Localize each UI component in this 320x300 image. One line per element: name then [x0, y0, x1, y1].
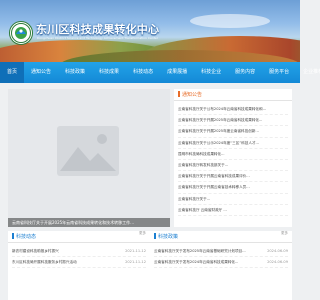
notice-panel: 通知公告 云南省科技厅关于公布2024年云南省科技成果转化和... 云南省科技厅…: [174, 89, 292, 227]
policy-panel-header: 科技政策: [150, 231, 292, 243]
news-more-link[interactable]: 更多: [139, 231, 146, 236]
notice-item[interactable]: 云南省科技厅 云南省财政厅 ...: [178, 205, 288, 216]
section-marker: [12, 233, 14, 239]
news-panel: 科技动态 更多 新农村建设科技助推乡村振兴 2021-11-12 东川区科技局开展…: [8, 231, 150, 300]
nav-item-enterprises[interactable]: 科技企业: [194, 62, 228, 83]
notice-item[interactable]: 云南省科技厅转发科技部关于...: [178, 160, 288, 172]
news-item-title[interactable]: 东川区科技局开展科技服务乡村振兴活动: [12, 257, 77, 267]
site-subtitle: Dongchuan District Science and Technolog…: [37, 36, 158, 40]
nav-item-services[interactable]: 服务内容: [228, 62, 262, 83]
policy-item[interactable]: 云南省科技厅关于发布2025年云南省基础研究计划项目... 2024-06-09: [154, 246, 288, 257]
site-logo-icon[interactable]: [9, 21, 33, 45]
main-nav: 首页 通知公告 科技政策 科技成果 科技动态 成果展播 科技企业 服务内容 服务…: [0, 62, 320, 83]
notice-item[interactable]: 云南省科技厅关于开展云南省科技成果评价...: [178, 171, 288, 183]
news-item[interactable]: 新农村建设科技助推乡村振兴 2021-11-12: [12, 246, 146, 257]
nav-item-platform[interactable]: 服务平台: [262, 62, 296, 83]
nav-item-achievements[interactable]: 科技成果: [92, 62, 126, 83]
section-marker: [178, 91, 180, 97]
policy-item-title[interactable]: 云南省科技厅关于发布2024年云南省科技成果转化...: [154, 257, 238, 267]
notice-item[interactable]: 昆明市科技局科技成果转化...: [178, 149, 288, 160]
nav-item-home[interactable]: 首页: [0, 62, 25, 83]
notice-item[interactable]: 云南省科技厅关于开展2025年云南省科技成果转化...: [178, 115, 288, 127]
notice-panel-title[interactable]: 通知公告: [182, 92, 202, 98]
policy-more-link[interactable]: 更多: [281, 231, 288, 236]
nav-item-products[interactable]: 企业推荐产品: [296, 62, 320, 83]
policy-item[interactable]: 云南省科技厅关于发布2024年云南省科技成果转化... 2024-06-09: [154, 257, 288, 268]
notice-panel-header: 通知公告: [174, 89, 292, 101]
notice-item[interactable]: 云南省科技厅关于...: [178, 194, 288, 205]
header-banner: 东川区科技成果转化中心 Dongchuan District Science a…: [0, 0, 300, 62]
notice-item[interactable]: 云南省科技厅关于开展云南省技术转移人员...: [178, 182, 288, 194]
featured-caption[interactable]: 云南省科技厅关于开展2025年云南省科技成果转化和技术转移工作...: [8, 218, 170, 227]
policy-item-date: 2024-06-09: [267, 260, 288, 264]
nav-item-notices[interactable]: 通知公告: [24, 62, 58, 83]
policy-item-title[interactable]: 云南省科技厅关于发布2025年云南省基础研究计划项目...: [154, 246, 246, 256]
nav-item-policy[interactable]: 科技政策: [58, 62, 92, 83]
section-marker: [154, 233, 156, 239]
site-title: 东川区科技成果转化中心: [36, 23, 160, 36]
notice-item[interactable]: 云南省科技厅关于开展2025年度云南省科技创新...: [178, 126, 288, 138]
nav-item-news[interactable]: 科技动态: [126, 62, 160, 83]
notice-item[interactable]: 云南省科技厅关于公布2024年云南省科技成果转化和...: [178, 104, 288, 116]
news-panel-header: 科技动态: [8, 231, 150, 243]
featured-slideshow[interactable]: 云南省科技厅关于开展2025年云南省科技成果转化和技术转移工作...: [8, 89, 170, 227]
news-item[interactable]: 东川区科技局开展科技服务乡村振兴活动 2021-11-12: [12, 257, 146, 268]
news-item-date: 2021-11-12: [125, 260, 146, 264]
news-panel-title[interactable]: 科技动态: [16, 234, 36, 240]
policy-item-date: 2024-06-09: [267, 249, 288, 253]
news-item-date: 2021-11-12: [125, 249, 146, 253]
notice-item[interactable]: 云南省科技厅关于公示2024年度“三区”科技人才...: [178, 138, 288, 149]
policy-panel: 科技政策 更多 云南省科技厅关于发布2025年云南省基础研究计划项目... 202…: [150, 231, 292, 300]
image-placeholder-icon: [57, 126, 119, 176]
nav-item-showcase[interactable]: 成果展播: [160, 62, 194, 83]
policy-panel-title[interactable]: 科技政策: [158, 234, 178, 240]
news-item-title[interactable]: 新农村建设科技助推乡村振兴: [12, 246, 59, 256]
banner-cloud: [190, 14, 270, 28]
